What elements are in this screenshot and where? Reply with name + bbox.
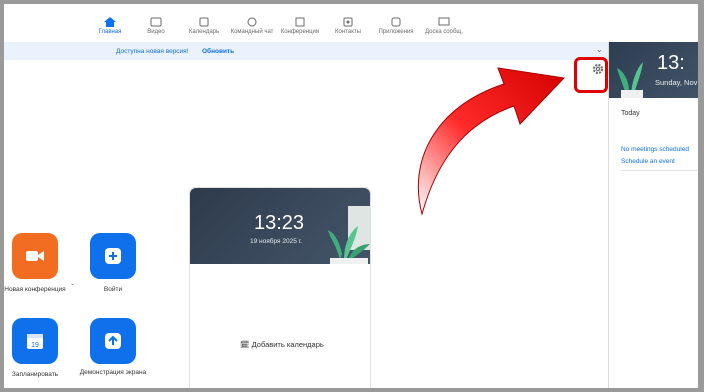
nav-whiteboard[interactable]: Доска сообщ. [420,17,468,35]
plant-illustration [617,62,643,98]
nav-contacts[interactable]: Контакты [324,17,372,35]
plant-illustration [328,206,370,264]
no-meetings-text: No meetings scheduled [621,146,689,153]
calendar-badge: 19 [31,342,39,349]
meetings-icon [295,17,305,27]
card-time: 13:23 [254,212,305,234]
nav-label: Календарь [188,29,220,35]
nav-label: Конференции [280,29,320,35]
add-calendar-link[interactable]: 🗓 Добавить календарь [240,340,324,349]
panel-date: Sunday, Nov [655,78,698,87]
nav-meetings[interactable]: Конференции [276,17,324,35]
share-screen-label: Демонстрация экрана [79,369,147,376]
nav-label: Видео [147,29,165,35]
schedule-event-link[interactable]: Schedule an event [621,158,675,165]
chevron-down-icon[interactable]: ⌄ [596,45,603,54]
nav-calendar[interactable]: Календарь [180,17,228,35]
app-window: Главная Видео Календарь Командный чат Ко… [4,4,698,388]
divider [621,170,697,171]
join-button[interactable] [90,233,136,279]
share-screen-button[interactable] [90,318,136,364]
top-nav: Главная Видео Календарь Командный чат Ко… [4,4,698,43]
camera-icon [26,251,44,261]
nav-label: Контакты [335,29,361,35]
nav-label: Главная [98,29,122,35]
chevron-down-icon[interactable]: ⌄ [70,280,75,287]
update-text: Доступна новая версия! [116,48,189,55]
schedule-label: Запланировать [11,371,59,378]
card-header: 13:23 19 ноября 2025 г. [190,188,370,264]
chat-icon [247,17,257,27]
calendar-19-icon: 19 [27,334,43,349]
nav-chat[interactable]: Командный чат [228,17,276,35]
schedule-button[interactable]: 19 [12,318,58,364]
nav-home[interactable]: Главная [86,17,134,35]
join-label: Войти [103,286,123,293]
card-date: 19 ноября 2025 г. [250,238,302,245]
share-screen-icon [105,333,121,349]
apps-icon [391,17,401,27]
home-icon [104,17,116,27]
upcoming-meetings-panel: 13: Sunday, Nov Today No meetings schedu… [608,42,698,388]
nav-label: Приложения [378,29,414,35]
update-link[interactable]: Обновить [202,48,234,55]
panel-header: 13: Sunday, Nov [609,42,698,98]
nav-apps[interactable]: Приложения [372,17,420,35]
nav-label: Командный чат [230,29,274,35]
contacts-icon [343,17,353,27]
today-heading: Today [621,110,640,117]
new-meeting-button[interactable] [12,233,58,279]
plus-icon [105,248,121,264]
calendar-icon: 🗓 [240,340,250,349]
panel-time: 13: [657,52,685,74]
new-meeting-label: Новая конференция [4,286,66,293]
video-icon [150,17,162,27]
whiteboard-icon [438,17,450,26]
gear-icon[interactable] [590,61,606,77]
nav-video[interactable]: Видео [132,17,180,35]
arrow-annotation-icon [417,67,566,216]
calendar-icon [199,17,209,27]
nav-label: Доска сообщ. [424,29,463,35]
add-calendar-text: Добавить календарь [251,340,324,349]
calendar-card: 13:23 19 ноября 2025 г. 🗓 Добавить кален… [189,187,371,388]
